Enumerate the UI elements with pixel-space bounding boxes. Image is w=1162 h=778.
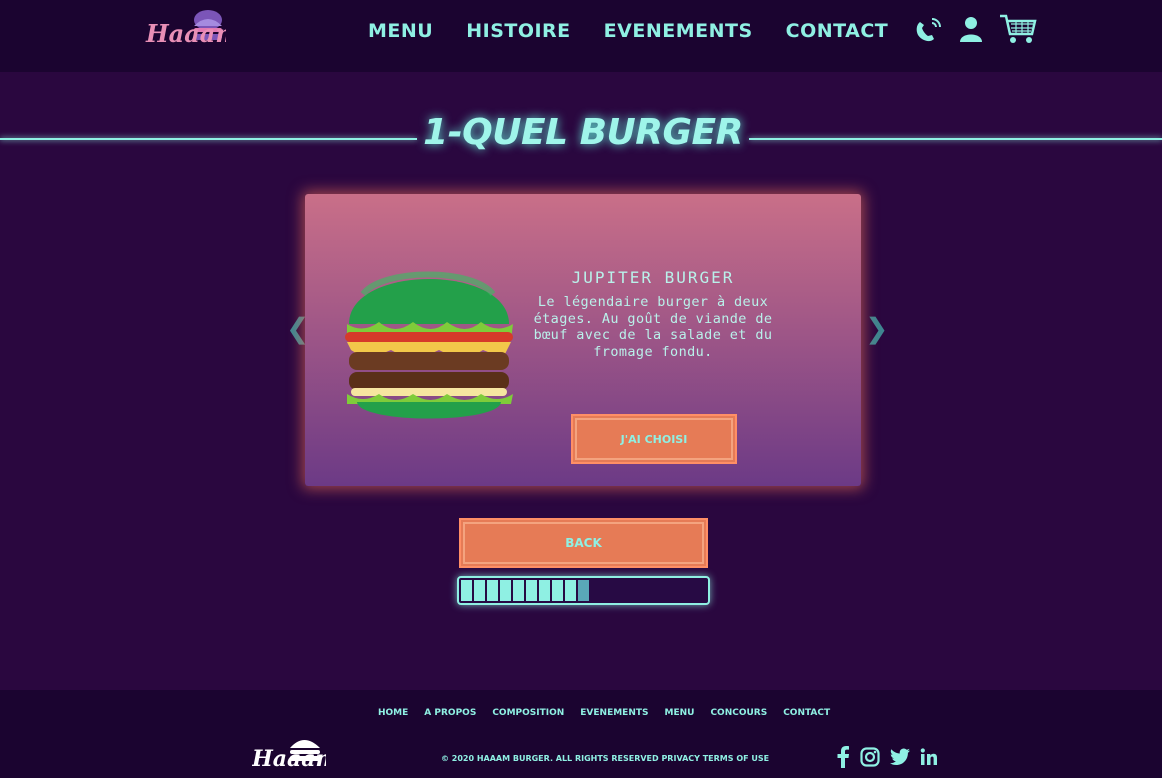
progress-segment <box>513 580 524 601</box>
nav-histoire[interactable]: HISTOIRE <box>466 20 570 42</box>
page-title: 1-QUEL BURGER <box>423 112 743 153</box>
progress-segment <box>552 580 563 601</box>
facebook-icon[interactable] <box>836 746 850 768</box>
copyright: © 2020 HAAAM BURGER. ALL RIGHTS RESERVED… <box>441 754 770 763</box>
header-icons <box>912 12 1038 46</box>
social-links <box>836 746 938 768</box>
haaam-logo[interactable]: Haaam <box>144 6 226 56</box>
title-divider-left <box>0 138 417 140</box>
site-header: Haaam MENU HISTOIRE EVENEMENTS CONTACT <box>0 0 1162 72</box>
progress-segment <box>474 580 485 601</box>
twitter-icon[interactable] <box>890 748 910 766</box>
progress-segment <box>487 580 498 601</box>
progress-bar <box>457 576 710 605</box>
progress-segment <box>500 580 511 601</box>
progress-segment <box>526 580 537 601</box>
nav-menu[interactable]: MENU <box>368 20 433 42</box>
back-button[interactable]: BACK <box>459 518 708 568</box>
footer-nav: HOME A PROPOS COMPOSITION EVENEMENTS MEN… <box>378 708 830 718</box>
phone-icon[interactable] <box>912 13 944 45</box>
burger-card: JUPITER BURGER Le légendaire burger à de… <box>305 194 861 486</box>
nav-evenements[interactable]: EVENEMENTS <box>604 20 753 42</box>
footer-logo-text: Haaam <box>252 746 326 772</box>
footer-nav-composition[interactable]: COMPOSITION <box>492 708 564 718</box>
choose-button[interactable]: J'AI CHOISI <box>571 414 737 464</box>
progress-segment <box>539 580 550 601</box>
burger-name: JUPITER BURGER <box>571 268 735 287</box>
footer-nav-contact[interactable]: CONTACT <box>783 708 830 718</box>
footer-nav-a-propos[interactable]: A PROPOS <box>424 708 476 718</box>
progress-segment <box>461 580 472 601</box>
progress-fill <box>461 580 706 601</box>
footer-nav-menu[interactable]: MENU <box>664 708 694 718</box>
title-divider-right <box>749 138 1162 140</box>
progress-segment-partial <box>578 580 589 601</box>
footer-logo[interactable]: Haaam <box>252 732 326 774</box>
burger-image <box>345 271 513 419</box>
instagram-icon[interactable] <box>860 747 880 767</box>
footer-nav-concours[interactable]: CONCOURS <box>710 708 767 718</box>
main-nav: MENU HISTOIRE EVENEMENTS CONTACT <box>368 20 888 42</box>
burger-description: Le légendaire burger à deux étages. Au g… <box>533 294 773 360</box>
logo-text: Haaam <box>145 19 226 48</box>
progress-segment <box>565 580 576 601</box>
footer-nav-home[interactable]: HOME <box>378 708 408 718</box>
cart-icon[interactable] <box>998 12 1038 46</box>
site-footer: HOME A PROPOS COMPOSITION EVENEMENTS MEN… <box>0 690 1162 778</box>
nav-contact[interactable]: CONTACT <box>786 20 889 42</box>
user-icon[interactable] <box>958 14 984 44</box>
footer-nav-evenements[interactable]: EVENEMENTS <box>580 708 648 718</box>
linkedin-icon[interactable] <box>920 748 938 766</box>
carousel-next-button[interactable]: ❯ <box>865 312 888 345</box>
